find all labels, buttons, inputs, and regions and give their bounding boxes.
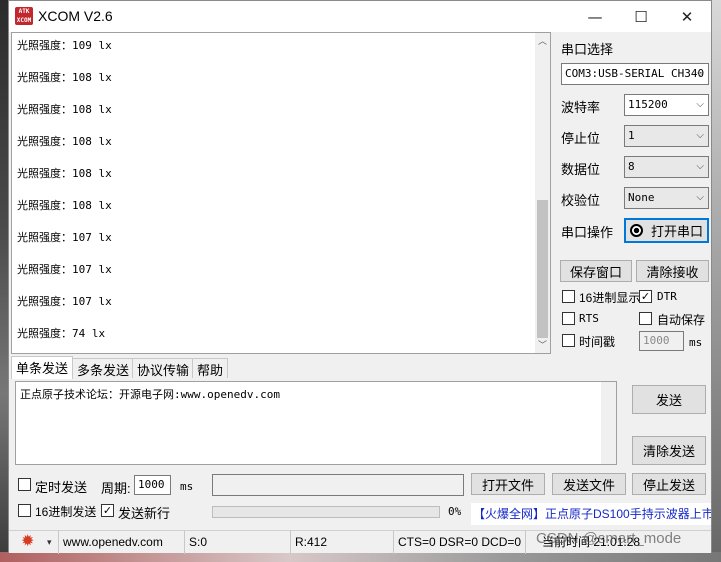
send-file-button[interactable]: 发送文件 <box>552 473 626 495</box>
desktop-background-right <box>712 0 721 562</box>
send-newline-checkbox[interactable]: ✓ <box>101 504 114 517</box>
title-bar[interactable]: ATK XCOM XCOM V2.6 — ☐ ✕ <box>9 1 711 32</box>
caret-down-icon: ▾ <box>47 537 52 547</box>
parity-value: None <box>628 191 655 204</box>
port-status-indicator-icon <box>629 224 643 237</box>
data-bits-select[interactable]: 8 ⌵ <box>624 156 709 178</box>
gear-icon: ✹ <box>21 533 35 550</box>
file-path-field[interactable] <box>212 474 464 496</box>
settings-menu[interactable]: ✹ ▾ <box>9 531 59 554</box>
window-title: XCOM V2.6 <box>38 8 113 24</box>
data-bits-value: 8 <box>628 160 635 173</box>
receive-scrollbar[interactable]: ︿ ﹀ <box>535 33 550 353</box>
period-unit: ms <box>180 480 194 493</box>
hex-send-checkbox[interactable] <box>18 504 31 517</box>
timed-send-checkbox[interactable] <box>18 478 31 491</box>
send-progress-bar <box>212 506 440 518</box>
open-port-button[interactable]: 打开串口 <box>624 218 709 243</box>
chevron-down-icon: ⌵ <box>696 130 704 141</box>
timestamp-label: 时间戳 <box>579 335 616 349</box>
clear-send-button[interactable]: 清除发送 <box>632 436 706 465</box>
timed-send-label: 定时发送 <box>35 480 88 495</box>
period-label: 周期: <box>101 481 131 496</box>
send-text-content: 正点原子技术论坛：开源电子网:www.openedv.com <box>20 388 280 401</box>
stop-bits-select[interactable]: 1 ⌵ <box>624 125 709 147</box>
sent-count: S:0 <box>185 531 291 554</box>
open-port-label: 打开串口 <box>650 224 703 239</box>
port-op-label: 串口操作 <box>561 225 614 240</box>
receive-textarea[interactable]: 光照强度：109 lx 光照强度：108 lx 光照强度：108 lx 光照强度… <box>11 32 551 354</box>
promo-link[interactable]: 【火爆全网】正点原子DS100手持示波器上市 <box>471 503 711 525</box>
receive-line: 光照强度：109 lx <box>17 39 112 52</box>
baud-select[interactable]: 115200 ⌵ <box>624 94 709 116</box>
send-newline-label: 发送新行 <box>118 506 171 521</box>
chevron-down-icon: ⌵ <box>696 192 704 203</box>
clear-receive-button[interactable]: 清除接收 <box>636 260 709 282</box>
hex-display-label: 16进制显示 <box>579 291 641 305</box>
close-button[interactable]: ✕ <box>664 1 710 32</box>
baud-select-value: 115200 <box>628 98 668 111</box>
period-field[interactable]: 1000 <box>134 475 171 495</box>
hex-send-label: 16进制发送 <box>35 505 97 519</box>
receive-scroll-thumb[interactable] <box>537 200 548 338</box>
receive-line: 光照强度：107 lx <box>17 231 112 244</box>
receive-line: 光照强度：108 lx <box>17 135 112 148</box>
parity-label: 校验位 <box>561 193 601 208</box>
tab-multi-send[interactable]: 多条发送 <box>72 358 135 378</box>
receive-line: 光照强度：107 lx <box>17 295 112 308</box>
auto-save-checkbox[interactable] <box>639 312 652 325</box>
website-link[interactable]: www.openedv.com <box>59 531 185 554</box>
data-bits-label: 数据位 <box>561 162 601 177</box>
chevron-down-icon: ⌵ <box>696 68 704 79</box>
rts-label: RTS <box>579 312 599 325</box>
dtr-label: DTR <box>657 290 677 303</box>
baud-label: 波特率 <box>561 100 601 115</box>
chevron-down-icon: ⌵ <box>696 161 704 172</box>
scroll-down-icon[interactable]: ﹀ <box>535 339 550 353</box>
auto-save-label: 自动保存 <box>657 313 706 327</box>
line-signals: CTS=0 DSR=0 DCD=0 <box>394 531 526 554</box>
maximize-button[interactable]: ☐ <box>618 1 664 32</box>
scroll-up-icon[interactable]: ︿ <box>535 35 550 49</box>
dtr-checkbox[interactable]: ✓ <box>639 290 652 303</box>
receive-line: 光照强度：108 lx <box>17 199 112 212</box>
minimize-button[interactable]: — <box>572 1 618 32</box>
port-select-value: COM3:USB-SERIAL CH340 <box>565 67 705 80</box>
send-button[interactable]: 发送 <box>632 385 706 414</box>
receive-line: 光照强度：108 lx <box>17 103 112 116</box>
timestamp-unit: ms <box>689 336 703 349</box>
stop-bits-value: 1 <box>628 129 635 142</box>
app-logo-icon: ATK XCOM <box>15 7 33 25</box>
save-window-button[interactable]: 保存窗口 <box>560 260 632 282</box>
chevron-down-icon: ⌵ <box>696 99 704 110</box>
receive-line: 光照强度：74 lx <box>17 327 106 340</box>
csdn-watermark: CSDN @smart_mode <box>536 530 682 547</box>
send-textarea[interactable]: 正点原子技术论坛：开源电子网:www.openedv.com <box>15 381 617 465</box>
stop-bits-label: 停止位 <box>561 131 601 146</box>
port-select-label: 串口选择 <box>561 42 614 57</box>
port-select[interactable]: COM3:USB-SERIAL CH340 ⌵ <box>561 63 709 85</box>
receive-line: 光照强度：107 lx <box>17 263 112 276</box>
hex-display-checkbox[interactable] <box>562 290 575 303</box>
timestamp-interval-field[interactable]: 1000 <box>639 331 684 351</box>
send-progress-label: 0% <box>448 505 462 518</box>
tab-single-send[interactable]: 单条发送 <box>11 356 74 379</box>
send-scrollbar[interactable] <box>601 382 616 464</box>
tab-protocol[interactable]: 协议传输 <box>132 358 195 378</box>
stop-send-button[interactable]: 停止发送 <box>632 473 706 495</box>
timestamp-checkbox[interactable] <box>562 334 575 347</box>
receive-line: 光照强度：108 lx <box>17 71 112 84</box>
received-count: R:412 <box>291 531 394 554</box>
open-file-button[interactable]: 打开文件 <box>471 473 545 495</box>
rts-checkbox[interactable] <box>562 312 575 325</box>
parity-select[interactable]: None ⌵ <box>624 187 709 209</box>
tab-help[interactable]: 帮助 <box>192 358 229 378</box>
xcom-window: ATK XCOM XCOM V2.6 — ☐ ✕ 光照强度：109 lx 光照强度… <box>8 0 712 554</box>
receive-line: 光照强度：108 lx <box>17 167 112 180</box>
